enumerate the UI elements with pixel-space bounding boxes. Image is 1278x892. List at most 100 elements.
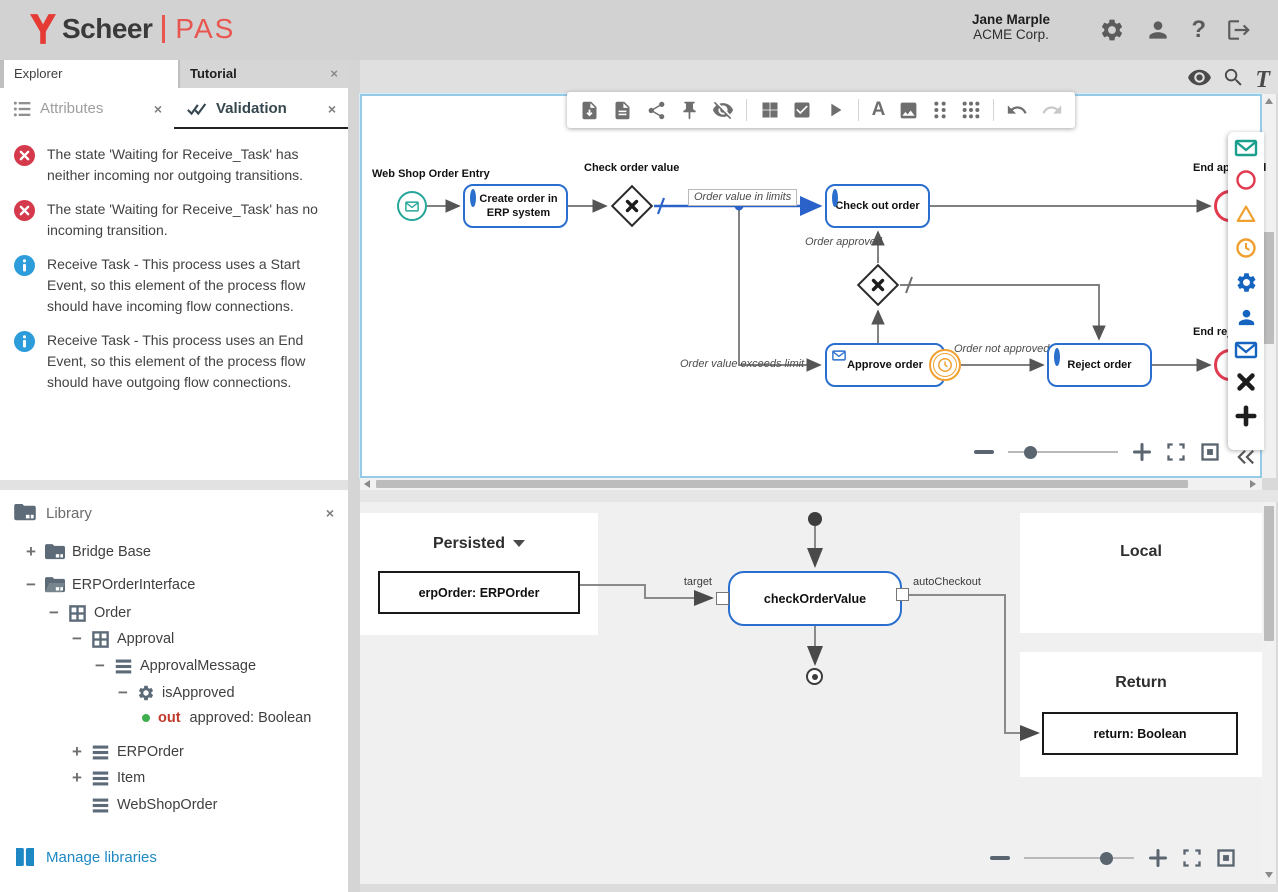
- erp-order-variable[interactable]: erpOrder: ERPOrder: [378, 571, 580, 614]
- hide-icon[interactable]: [712, 99, 734, 121]
- scrollbar-thumb[interactable]: [1264, 506, 1274, 641]
- scrollbar-thumb[interactable]: [1264, 232, 1274, 344]
- scroll-up-arrow[interactable]: [1265, 98, 1273, 104]
- manage-libraries-link[interactable]: Manage libraries: [14, 848, 157, 866]
- scroll-down-arrow[interactable]: [1265, 872, 1273, 878]
- search-icon[interactable]: [1222, 66, 1245, 94]
- return-variable[interactable]: return: Boolean: [1042, 712, 1238, 755]
- zoom-slider[interactable]: [1008, 451, 1118, 453]
- tree-item-bridge-base[interactable]: + Bridge Base: [24, 540, 151, 564]
- vertical-splitter[interactable]: [348, 60, 360, 892]
- validation-close-icon[interactable]: ×: [328, 101, 336, 117]
- message-task-icon[interactable]: [1234, 341, 1258, 364]
- zoom-slider-handle[interactable]: [1100, 852, 1113, 865]
- zoom-slider-handle[interactable]: [1024, 446, 1037, 459]
- collapse-icon[interactable]: [1235, 448, 1257, 471]
- edge-label-in-limits[interactable]: Order value in limits: [688, 189, 797, 206]
- checkbox-icon[interactable]: [792, 100, 812, 120]
- timer-icon[interactable]: [1235, 237, 1257, 264]
- tree-item-item[interactable]: + Item: [70, 766, 145, 790]
- tab-close-icon[interactable]: ×: [330, 60, 338, 88]
- document-icon[interactable]: [612, 100, 633, 121]
- validation-message[interactable]: The state 'Waiting for Receive_Task' has…: [14, 199, 338, 241]
- collapse-icon[interactable]: −: [47, 606, 61, 620]
- tab-validation[interactable]: Validation ×: [174, 88, 348, 129]
- task-approve-order[interactable]: Approve order: [825, 343, 945, 387]
- task-create-order[interactable]: Create order in ERP system: [463, 184, 568, 228]
- library-close-icon[interactable]: ×: [326, 505, 334, 521]
- overview-icon[interactable]: [1216, 848, 1236, 868]
- edge-label-approved[interactable]: Order approved: [805, 236, 882, 248]
- overview-icon[interactable]: [1200, 442, 1220, 462]
- undo-icon[interactable]: [1006, 99, 1028, 121]
- gateway-icon[interactable]: [1235, 371, 1257, 398]
- user-block[interactable]: Jane Marple ACME Corp.: [972, 12, 1050, 42]
- eye-icon[interactable]: [1187, 65, 1212, 95]
- fit-screen-icon[interactable]: [1182, 848, 1202, 868]
- bpmn-canvas[interactable]: A: [360, 94, 1262, 478]
- task-check-out-order[interactable]: Check out order: [825, 184, 930, 228]
- zoom-in-icon[interactable]: [1132, 442, 1152, 462]
- end-event-icon[interactable]: [1235, 169, 1257, 196]
- grid-icon[interactable]: [760, 100, 780, 120]
- scrollbar-thumb[interactable]: [376, 480, 1188, 488]
- text-style-icon[interactable]: T: [1255, 68, 1270, 92]
- edge-label-not-approved[interactable]: Order not approved: [954, 343, 1049, 355]
- run-icon[interactable]: [824, 99, 846, 121]
- text-icon[interactable]: A: [872, 100, 886, 120]
- help-icon[interactable]: ?: [1191, 18, 1206, 42]
- map-end-node[interactable]: [806, 668, 823, 685]
- signal-icon[interactable]: [1235, 203, 1257, 230]
- expand-icon[interactable]: +: [70, 771, 84, 785]
- add-icon[interactable]: [1235, 405, 1257, 432]
- dots-grid-icon[interactable]: [961, 100, 981, 120]
- bpmn-vertical-scrollbar[interactable]: [1262, 94, 1276, 478]
- expand-icon[interactable]: +: [70, 745, 84, 759]
- zoom-out-icon[interactable]: [990, 856, 1010, 860]
- bpmn-horizontal-scrollbar[interactable]: [360, 478, 1262, 490]
- start-event-message[interactable]: [397, 191, 427, 221]
- attributes-close-icon[interactable]: ×: [154, 101, 162, 117]
- logout-icon[interactable]: [1226, 17, 1252, 43]
- message-start-icon[interactable]: [1234, 139, 1258, 162]
- expand-icon[interactable]: +: [24, 545, 38, 559]
- tree-item-isapproved[interactable]: − isApproved: [116, 681, 235, 705]
- tree-item-erporderinterface[interactable]: − ERPOrderInterface: [24, 573, 195, 597]
- tab-explorer[interactable]: Explorer: [4, 60, 178, 88]
- scroll-right-arrow[interactable]: [1250, 480, 1256, 488]
- import-file-icon[interactable]: [579, 100, 600, 121]
- validation-message[interactable]: The state 'Waiting for Receive_Task' has…: [14, 144, 338, 186]
- edge-label-exceeds[interactable]: Order value exceeds limit: [680, 358, 804, 370]
- fit-screen-icon[interactable]: [1166, 442, 1186, 462]
- tree-item-approval[interactable]: − Approval: [70, 627, 174, 651]
- image-icon[interactable]: [898, 100, 919, 121]
- zoom-in-icon[interactable]: [1148, 848, 1168, 868]
- redo-icon[interactable]: [1041, 99, 1063, 121]
- validation-message[interactable]: Receive Task - This process uses an End …: [14, 330, 338, 393]
- collapse-icon[interactable]: −: [116, 686, 130, 700]
- collapse-icon[interactable]: −: [24, 578, 38, 592]
- map-start-node[interactable]: [808, 512, 822, 526]
- gateway-merge[interactable]: [856, 263, 900, 307]
- tree-item-webshoporder[interactable]: WebShopOrder: [91, 793, 217, 817]
- tree-item-approvalmessage[interactable]: − ApprovalMessage: [93, 654, 256, 678]
- tree-item-order[interactable]: − Order: [47, 601, 131, 625]
- scroll-left-arrow[interactable]: [364, 480, 370, 488]
- canvas-splitter[interactable]: [360, 490, 1278, 502]
- collapse-icon[interactable]: −: [93, 659, 107, 673]
- validation-message[interactable]: Receive Task - This process uses a Start…: [14, 254, 338, 317]
- user-icon[interactable]: [1145, 17, 1171, 43]
- pin-icon[interactable]: [679, 100, 700, 121]
- zoom-slider[interactable]: [1024, 857, 1134, 859]
- boundary-timer-event[interactable]: [929, 349, 961, 381]
- share-icon[interactable]: [646, 100, 667, 121]
- zoom-out-icon[interactable]: [974, 450, 994, 454]
- collapse-icon[interactable]: −: [70, 632, 84, 646]
- mapping-vertical-scrollbar[interactable]: [1262, 502, 1276, 884]
- mapping-canvas[interactable]: Persisted Local Return erpOrder: ERPOrde…: [360, 502, 1262, 884]
- tab-tutorial[interactable]: Tutorial ×: [180, 60, 348, 88]
- tree-item-erporder[interactable]: + ERPOrder: [70, 740, 184, 764]
- input-port[interactable]: [716, 592, 729, 605]
- service-task-icon[interactable]: [1235, 271, 1258, 299]
- output-port[interactable]: [896, 588, 909, 601]
